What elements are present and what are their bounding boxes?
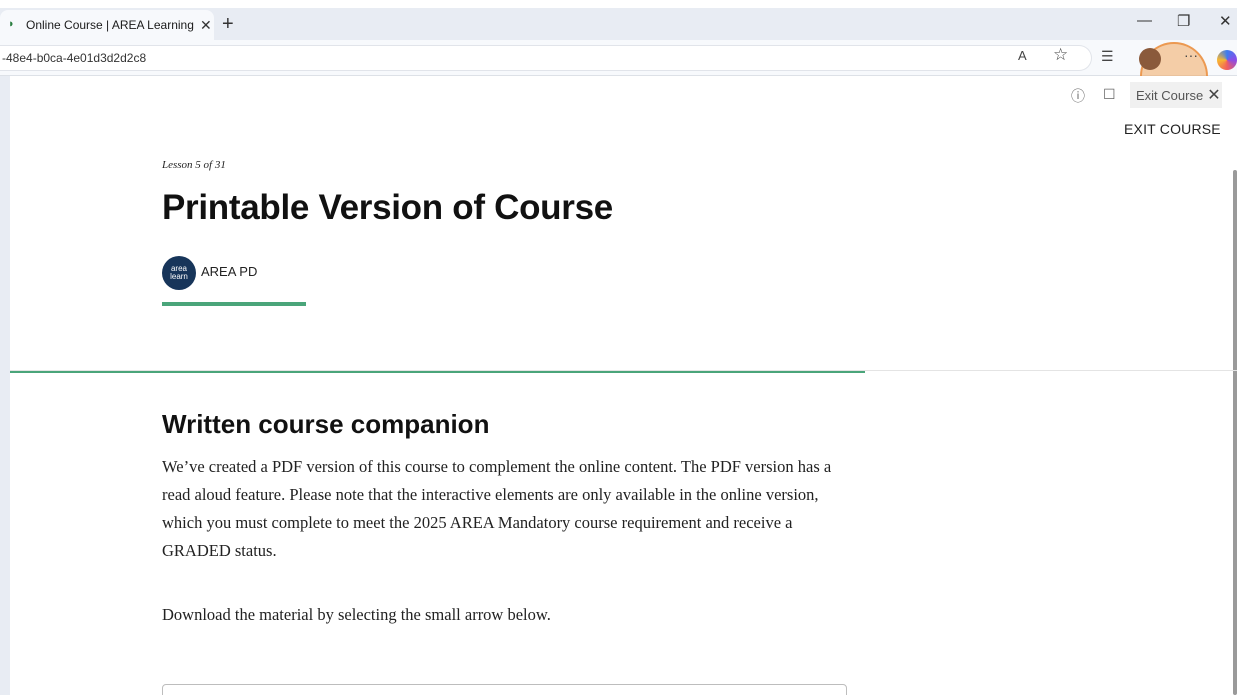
address-bar: -48e4-b0ca-4e01d3d2d2c8 — [0, 40, 1237, 76]
window-close-button[interactable]: ✕ — [1219, 12, 1232, 30]
fullscreen-icon[interactable]: ☐ — [1103, 86, 1116, 103]
close-icon[interactable]: ✕ — [1207, 85, 1220, 105]
section-heading: Written course companion — [162, 409, 490, 439]
exit-course-chip[interactable]: Exit Course ✕ — [1130, 82, 1222, 108]
restore-button[interactable]: ❐ — [1177, 12, 1190, 30]
read-aloud-icon[interactable]: A — [1018, 48, 1027, 63]
section-paragraph: We’ve created a PDF version of this cour… — [162, 457, 832, 560]
exit-chip-label: Exit Course — [1136, 87, 1204, 103]
attachment-block[interactable] — [162, 684, 847, 695]
tab-title: Online Course | AREA Learning M — [26, 18, 194, 32]
copilot-icon[interactable] — [1217, 50, 1237, 70]
tab-close-icon[interactable]: ✕ — [200, 17, 212, 34]
favorites-bar-icon[interactable]: ☰ — [1101, 48, 1114, 65]
lesson-progress-fill — [10, 371, 865, 373]
author-logo: area learn — [162, 256, 196, 290]
favorite-star-icon[interactable]: ☆ — [1053, 45, 1068, 65]
lesson-count: Lesson 5 of 31 — [162, 159, 226, 171]
more-menu-icon[interactable]: ··· — [1184, 47, 1198, 63]
exit-course-button[interactable]: EXIT COURSE — [1124, 121, 1221, 137]
download-instruction: Download the material by selecting the s… — [162, 605, 551, 624]
profile-avatar[interactable] — [1139, 48, 1161, 70]
info-icon[interactable]: ⓘ — [1071, 86, 1085, 106]
browser-tab[interactable]: ◗ Online Course | AREA Learning M ✕ — [0, 10, 214, 40]
new-tab-button[interactable]: + — [222, 14, 234, 34]
url-input[interactable]: -48e4-b0ca-4e01d3d2d2c8 — [0, 45, 1092, 71]
page-scrollbar[interactable] — [1233, 170, 1237, 695]
window-top-edge — [0, 0, 1237, 8]
lesson-title: Printable Version of Course — [162, 188, 613, 227]
title-divider — [162, 302, 306, 306]
author-name: AREA PD — [201, 264, 258, 279]
minimize-button[interactable]: — — [1137, 12, 1152, 29]
audio-icon: ◗ — [8, 18, 15, 30]
